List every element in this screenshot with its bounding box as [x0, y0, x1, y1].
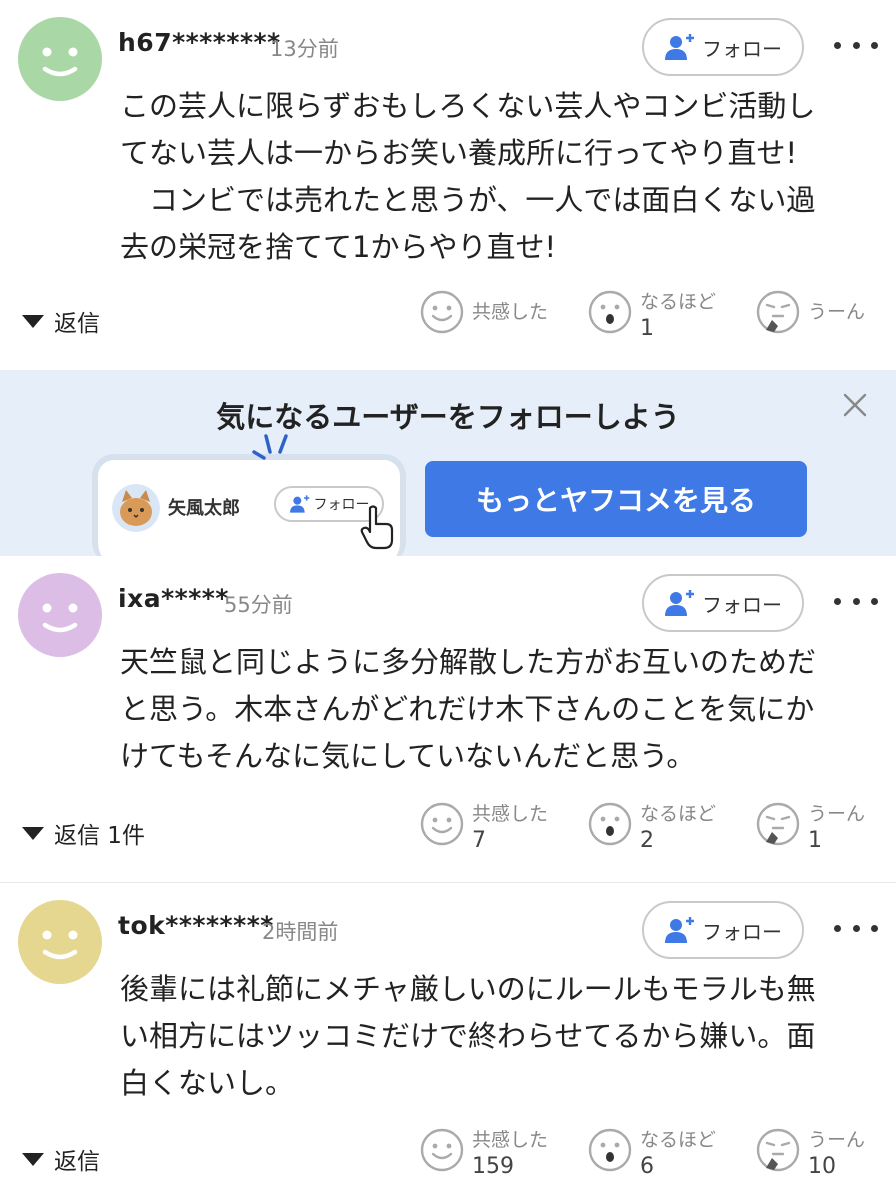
promo-title: 気になるユーザーをフォローしよう — [216, 400, 680, 434]
reaction-label: なるほど — [640, 291, 717, 313]
reply-label: 返信 — [54, 311, 100, 337]
reaction-count: 159 — [472, 1154, 514, 1179]
reply-label: 返信 1件 — [54, 823, 145, 849]
follow-promo-banner: 気になるユーザーをフォローしよう 矢風太郎 フォロー もっとヤフコメを見る — [0, 370, 896, 564]
follow-button[interactable]: フォロー — [642, 18, 804, 76]
reaction-label: なるほど — [640, 803, 717, 825]
surprised-face-icon — [588, 1128, 632, 1172]
caret-down-icon — [22, 314, 44, 328]
reaction-label: 共感した — [472, 301, 549, 323]
reaction-count: 10 — [808, 1154, 836, 1179]
reaction-empathy[interactable]: 共感した 159 — [420, 1128, 548, 1182]
cat-avatar — [112, 484, 160, 532]
person-plus-icon — [289, 495, 309, 513]
follow-label: フォロー — [702, 36, 782, 61]
comment-text: 天竺鼠と同じように多分解散した方がお互いのためだ と思う。木本さんがどれだけ木下… — [120, 645, 817, 773]
comment-card: h67******** 13分前 フォロー この芸人に限らずおもしろくない芸人や… — [0, 0, 896, 370]
reaction-label: うーん — [808, 803, 866, 825]
person-plus-icon — [665, 34, 694, 60]
reply-toggle[interactable]: 返信 1件 — [22, 816, 145, 850]
reaction-count: 1 — [808, 828, 822, 853]
close-icon[interactable] — [838, 388, 872, 422]
follow-label: フォロー — [702, 919, 782, 944]
reaction-insight[interactable]: なるほど 2 — [588, 802, 716, 856]
reaction-hmm[interactable]: うーん 10 — [756, 1128, 865, 1182]
reaction-insight[interactable]: なるほど 1 — [588, 290, 716, 344]
sample-username: 矢風太郎 — [168, 498, 240, 519]
reaction-label: 共感した — [472, 803, 549, 825]
comment-card: tok******** 2時間前 フォロー 後輩には礼節にメチャ厳しいのにルール… — [0, 883, 896, 1200]
reaction-empathy[interactable]: 共感した 7 — [420, 802, 548, 856]
timestamp: 13分前 — [270, 37, 339, 61]
more-comments-button[interactable]: もっとヤフコメを見る — [425, 461, 807, 537]
avatar[interactable] — [18, 573, 102, 657]
surprised-face-icon — [588, 802, 632, 846]
username[interactable]: ixa***** — [118, 584, 229, 613]
sparkle-icon — [252, 434, 288, 460]
caret-down-icon — [22, 826, 44, 840]
timestamp: 55分前 — [224, 593, 293, 617]
reaction-label: うーん — [808, 1129, 866, 1151]
username[interactable]: tok******** — [118, 911, 274, 940]
reaction-hmm[interactable]: うーん 1 — [756, 802, 865, 856]
reaction-hmm[interactable]: うーん — [756, 290, 865, 334]
reply-toggle[interactable]: 返信 — [22, 1142, 100, 1176]
follow-button[interactable]: フォロー — [642, 901, 804, 959]
reaction-count: 7 — [472, 828, 486, 853]
avatar[interactable] — [18, 17, 102, 101]
reply-label: 返信 — [54, 1149, 100, 1175]
username[interactable]: h67******** — [118, 28, 281, 57]
reaction-label: うーん — [808, 301, 866, 323]
comment-text: この芸人に限らずおもしろくない芸人やコンビ活動し てない芸人は一からお笑い養成所… — [120, 89, 816, 264]
reaction-label: 共感した — [472, 1129, 549, 1151]
reaction-insight[interactable]: なるほど 6 — [588, 1128, 716, 1182]
thinking-face-icon — [756, 1128, 800, 1172]
caret-down-icon — [22, 1152, 44, 1166]
reaction-label: なるほど — [640, 1129, 717, 1151]
surprised-face-icon — [588, 290, 632, 334]
pointing-hand-icon — [360, 505, 394, 550]
more-dots-icon[interactable] — [834, 586, 878, 616]
comment-text: 後輩には礼節にメチャ厳しいのにルールもモラルも無 い相方にはツッコミだけで終わら… — [120, 972, 816, 1100]
thinking-face-icon — [756, 802, 800, 846]
person-plus-icon — [665, 590, 694, 616]
reaction-count: 1 — [640, 316, 654, 341]
person-plus-icon — [665, 917, 694, 943]
follow-label: フォロー — [702, 592, 782, 617]
reaction-count: 2 — [640, 828, 654, 853]
more-dots-icon[interactable] — [834, 30, 878, 60]
smile-face-icon — [420, 290, 464, 334]
reaction-count: 6 — [640, 1154, 654, 1179]
thinking-face-icon — [756, 290, 800, 334]
timestamp: 2時間前 — [262, 920, 339, 944]
reaction-empathy[interactable]: 共感した — [420, 290, 548, 334]
comment-card: ixa***** 55分前 フォロー 天竺鼠と同じように多分解散した方がお互いの… — [0, 556, 896, 882]
avatar[interactable] — [18, 900, 102, 984]
reply-toggle[interactable]: 返信 — [22, 304, 100, 338]
promo-sample-card: 矢風太郎 フォロー — [92, 434, 406, 564]
smile-face-icon — [420, 802, 464, 846]
smile-face-icon — [420, 1128, 464, 1172]
follow-button[interactable]: フォロー — [642, 574, 804, 632]
more-dots-icon[interactable] — [834, 913, 878, 943]
